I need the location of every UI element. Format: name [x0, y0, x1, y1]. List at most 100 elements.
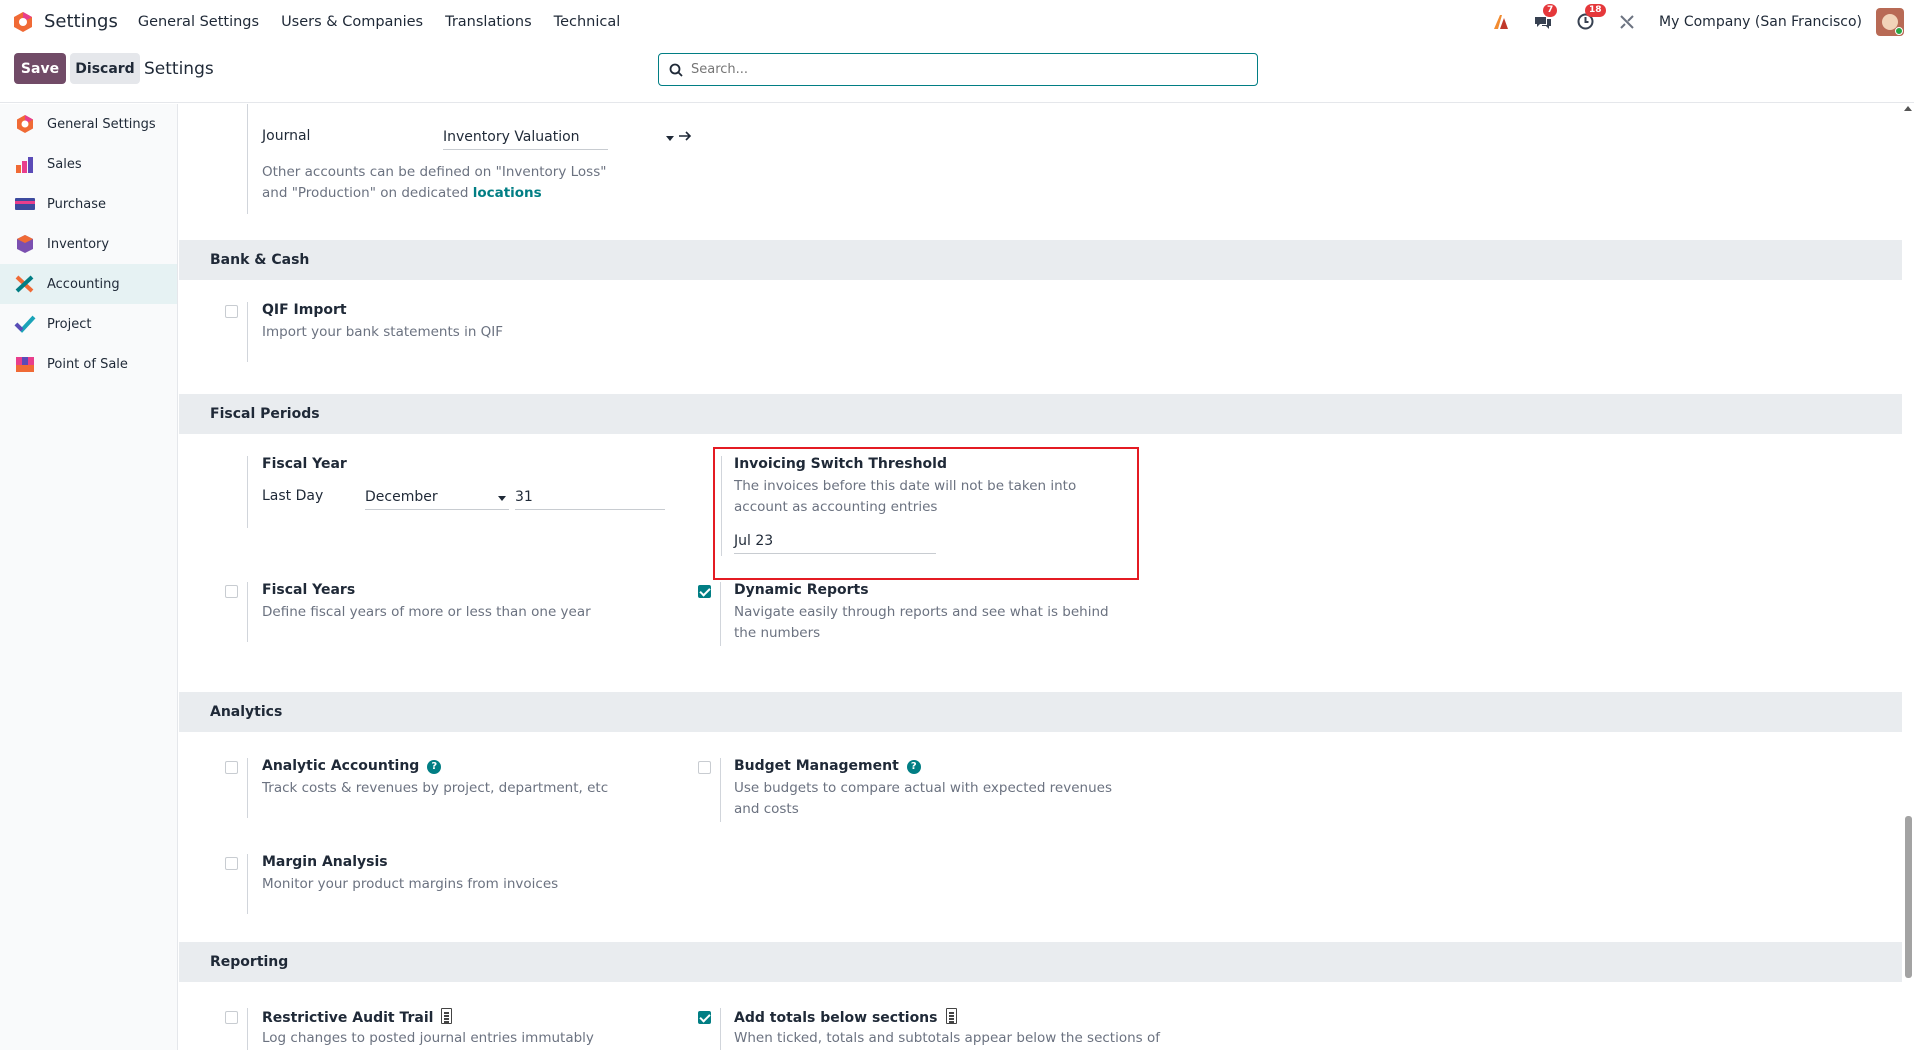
settings-sidebar: General Settings Sales Purchase Inventor… [0, 104, 178, 1050]
control-panel: Save Discard Settings [0, 43, 1914, 103]
chat-badge: 7 [1543, 3, 1558, 17]
restrictive-audit-title: Restrictive Audit Trail [262, 1008, 453, 1026]
activity-badge: 18 [1585, 3, 1606, 17]
save-button[interactable]: Save [14, 53, 66, 84]
dynamic-reports-title: Dynamic Reports [734, 582, 869, 598]
highlight-box [713, 447, 1139, 580]
sidebar-item-label: Point of Sale [47, 356, 128, 372]
chevron-down-icon[interactable] [498, 496, 506, 501]
budget-management-checkbox[interactable] [698, 761, 711, 774]
qif-import-setting: QIF Import Import your bank statements i… [225, 302, 625, 362]
activity-clock-icon[interactable]: 18 [1575, 3, 1606, 32]
fiscal-years-title: Fiscal Years [262, 582, 356, 598]
sidebar-item-sales[interactable]: Sales [0, 144, 177, 184]
help-question-icon[interactable]: ? [427, 760, 442, 774]
add-totals-title: Add totals below sections [734, 1008, 957, 1026]
section-reporting: Reporting [179, 942, 1902, 982]
budget-management-title: Budget Management? [734, 758, 921, 774]
ai-assistant-icon[interactable] [1491, 12, 1511, 32]
accounting-icon [15, 275, 34, 293]
inventory-box-icon [17, 235, 33, 253]
budget-management-desc: Use budgets to compare actual with expec… [734, 780, 1112, 817]
fiscal-month-select[interactable]: December [365, 486, 509, 510]
dynamic-reports-desc: Navigate easily through reports and see … [734, 604, 1109, 641]
settings-content[interactable]: Journal Inventory Valuation Other accoun… [179, 104, 1902, 1050]
add-totals-checkbox[interactable] [698, 1011, 711, 1024]
help-question-icon[interactable]: ? [906, 760, 921, 774]
sidebar-item-inventory[interactable]: Inventory [0, 224, 177, 264]
margin-analysis-title: Margin Analysis [262, 854, 388, 870]
sidebar-item-label: Project [47, 316, 92, 332]
sidebar-item-label: Accounting [47, 276, 120, 292]
menu-technical[interactable]: Technical [554, 14, 621, 30]
analytic-accounting-title: Analytic Accounting? [262, 758, 442, 774]
internal-link-arrow-icon[interactable] [678, 130, 692, 142]
budget-management-setting: Budget Management? Use budgets to compar… [698, 758, 1118, 828]
fiscal-years-setting: Fiscal Years Define fiscal years of more… [225, 582, 625, 642]
margin-analysis-desc: Monitor your product margins from invoic… [262, 876, 559, 892]
locations-link[interactable]: locations [473, 185, 542, 201]
dynamic-reports-setting: Dynamic Reports Navigate easily through … [698, 582, 1118, 652]
stock-valuation-setting: Journal Inventory Valuation Other accoun… [247, 104, 692, 214]
analytic-accounting-checkbox[interactable] [225, 761, 238, 774]
scrollbar-thumb[interactable] [1905, 816, 1912, 978]
document-icon[interactable] [441, 1008, 453, 1024]
menu-translations[interactable]: Translations [445, 14, 532, 30]
valuation-note: Other accounts can be defined on "Invent… [262, 164, 607, 201]
last-day-label: Last Day [262, 488, 324, 504]
odoo-logo-icon[interactable] [12, 11, 34, 33]
sidebar-item-project[interactable]: Project [0, 304, 177, 344]
content-scrollbar[interactable] [1902, 104, 1914, 1050]
debug-tools-icon[interactable] [1617, 12, 1637, 32]
app-title[interactable]: Settings [44, 11, 118, 32]
section-fiscal-periods: Fiscal Periods [179, 394, 1902, 434]
sales-chart-icon [16, 157, 33, 173]
dynamic-reports-checkbox[interactable] [698, 585, 711, 598]
add-totals-setting: Add totals below sections When ticked, t… [698, 1008, 1160, 1050]
sidebar-item-point-of-sale[interactable]: Point of Sale [0, 344, 177, 384]
top-navbar: Settings General Settings Users & Compan… [0, 0, 1914, 43]
fiscal-day-input[interactable]: 31 [515, 486, 665, 510]
sidebar-item-label: General Settings [47, 116, 156, 132]
project-check-icon [14, 315, 36, 333]
analytic-accounting-setting: Analytic Accounting? Track costs & reven… [225, 758, 645, 818]
search-icon [669, 63, 683, 77]
fiscal-year-setting: Fiscal Year Last Day December 31 [247, 456, 667, 528]
document-icon[interactable] [945, 1008, 957, 1024]
fiscal-year-title: Fiscal Year [262, 456, 347, 472]
sidebar-item-accounting[interactable]: Accounting [0, 264, 177, 304]
search-box[interactable] [658, 53, 1258, 86]
sidebar-item-label: Purchase [47, 196, 107, 212]
fiscal-years-checkbox[interactable] [225, 585, 238, 598]
purchase-card-icon [15, 198, 35, 210]
menu-general-settings[interactable]: General Settings [138, 14, 259, 30]
section-analytics: Analytics [179, 692, 1902, 732]
fiscal-years-desc: Define fiscal years of more or less than… [262, 604, 591, 620]
sidebar-item-general-settings[interactable]: General Settings [0, 104, 177, 144]
menu-users-companies[interactable]: Users & Companies [281, 14, 423, 30]
odoo-logo-icon [17, 115, 33, 133]
pos-store-icon [16, 357, 34, 372]
online-status-dot [1895, 26, 1903, 35]
company-switcher[interactable]: My Company (San Francisco) [1659, 14, 1862, 30]
scroll-up-arrow-icon[interactable] [1904, 106, 1912, 111]
qif-import-checkbox[interactable] [225, 305, 238, 318]
search-input[interactable] [691, 62, 1231, 77]
sidebar-item-purchase[interactable]: Purchase [0, 184, 177, 224]
page-title: Settings [144, 59, 214, 79]
user-avatar[interactable] [1876, 7, 1904, 36]
journal-select[interactable]: Inventory Valuation [443, 126, 608, 150]
discard-button[interactable]: Discard [70, 53, 140, 84]
chevron-down-icon[interactable] [666, 136, 674, 141]
restrictive-audit-setting: Restrictive Audit Trail Log changes to p… [225, 1008, 645, 1050]
chat-icon[interactable]: 7 [1533, 3, 1558, 32]
restrictive-audit-desc: Log changes to posted journal entries im… [262, 1030, 594, 1046]
restrictive-audit-checkbox[interactable] [225, 1011, 238, 1024]
add-totals-desc: When ticked, totals and subtotals appear… [734, 1030, 1161, 1046]
analytic-accounting-desc: Track costs & revenues by project, depar… [262, 780, 609, 796]
margin-analysis-setting: Margin Analysis Monitor your product mar… [225, 854, 645, 914]
margin-analysis-checkbox[interactable] [225, 857, 238, 870]
qif-import-desc: Import your bank statements in QIF [262, 324, 504, 340]
section-bank-cash: Bank & Cash [179, 240, 1902, 280]
journal-label: Journal [262, 128, 311, 144]
